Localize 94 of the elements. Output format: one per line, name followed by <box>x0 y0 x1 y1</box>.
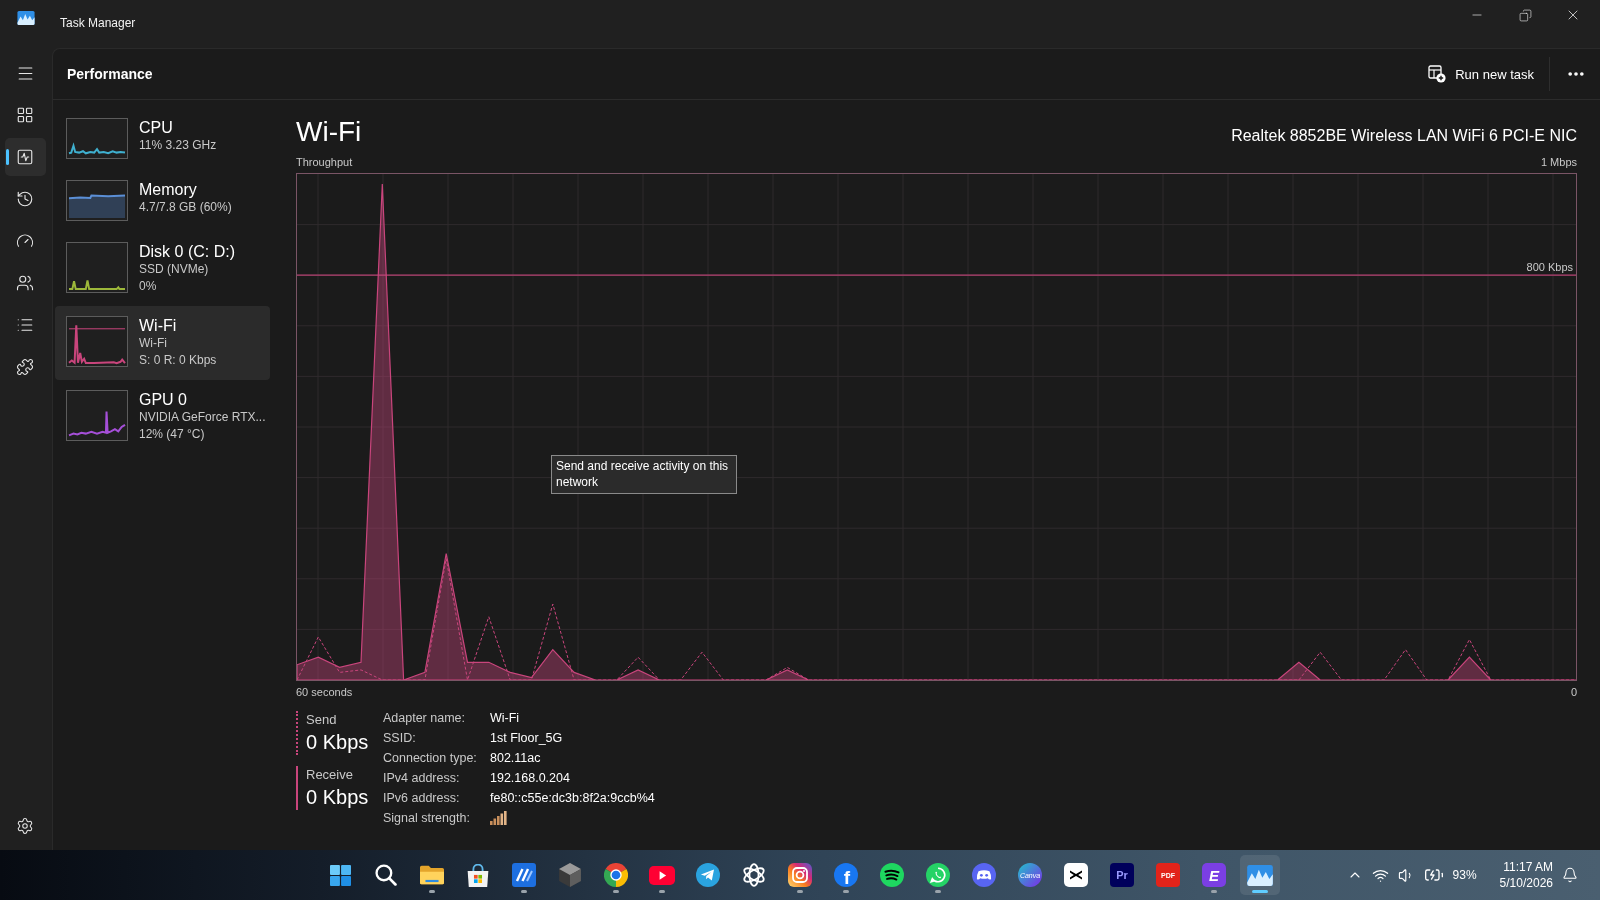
knot-icon <box>742 863 766 887</box>
indicator-dash-icon <box>935 890 941 893</box>
list-icon <box>16 316 34 334</box>
battery-percent: 93% <box>1452 868 1477 882</box>
property-label: Adapter name: <box>383 711 465 725</box>
rate-value: 0 Kbps <box>306 730 369 755</box>
time-label: 60 seconds <box>296 685 353 699</box>
chart-tile-icon <box>17 11 35 25</box>
threshold-line <box>68 328 126 330</box>
resource-item[interactable]: GPU 0 NVIDIA GeForce RTX... 12% (47 °C) <box>55 380 270 454</box>
signal-bars-icon <box>490 811 507 825</box>
folder-icon <box>420 865 444 885</box>
scale-label: 800 Kbps <box>1526 261 1573 274</box>
indicator-dash-icon <box>613 890 619 893</box>
paper-plane-icon <box>696 863 720 887</box>
resource-name: Memory <box>139 180 198 199</box>
grid-icon <box>16 106 34 124</box>
page-title: Performance <box>67 66 153 82</box>
restore-icon[interactable] <box>1518 8 1532 22</box>
indicator-bar-icon <box>5 149 9 165</box>
usage-fill <box>69 195 125 218</box>
history-icon <box>16 190 34 208</box>
resource-item[interactable]: Memory 4.7/7.8 GB (60%) <box>55 170 270 232</box>
gauge-icon <box>16 232 34 250</box>
property-value: Wi-Fi <box>490 711 520 725</box>
resource-detail: 0% <box>139 278 158 295</box>
solid-line-icon <box>296 766 298 810</box>
resource-detail: S: 0 R: 0 Kbps <box>139 352 217 369</box>
bell-icon[interactable] <box>1562 867 1578 883</box>
graph-title: Throughput <box>296 155 353 169</box>
resource-name: Disk 0 (C: D:) <box>139 242 235 261</box>
resource-item[interactable]: Disk 0 (C: D:) SSD (NVMe) 0% <box>55 232 270 306</box>
gamepad-icon <box>972 863 996 887</box>
time-label: 0 <box>1570 685 1577 699</box>
section-title: Wi-Fi <box>296 115 362 149</box>
resource-detail: 11% 3.23 GHz <box>139 137 217 154</box>
settings-icon[interactable] <box>16 817 34 835</box>
puzzle-icon <box>16 358 34 376</box>
property-value: 192.168.0.204 <box>490 771 570 785</box>
indicator-dash-icon <box>843 890 849 893</box>
resource-name: CPU <box>139 118 174 137</box>
segmented-circle-icon <box>604 863 628 887</box>
indicator-dash-icon <box>797 890 803 893</box>
property-label: Signal strength: <box>383 811 470 825</box>
indicator-dash-icon <box>659 890 665 893</box>
property-label: SSID: <box>383 731 416 745</box>
property-value: fe80::c55e:dc3b:8f2a:9ccb%4 <box>490 791 655 805</box>
four-squares-icon <box>329 864 351 886</box>
slash-tile-icon <box>512 863 536 887</box>
resource-detail: SSD (NVMe) <box>139 261 210 278</box>
dotted-line-icon <box>296 711 298 755</box>
taskbar-button[interactable]: E <box>1194 855 1234 895</box>
clock-time[interactable]: 11:17 AM <box>1503 859 1553 875</box>
property-value: 1st Floor_5G <box>490 731 563 745</box>
indicator-dash-icon <box>429 890 435 893</box>
resource-name: Wi-Fi <box>139 316 178 335</box>
phone-bubble-icon <box>926 863 950 887</box>
resource-name: GPU 0 <box>139 390 188 409</box>
window-plus-icon <box>1428 65 1447 83</box>
activity-icon <box>16 148 34 166</box>
nav-tab[interactable] <box>4 138 46 176</box>
play-icon <box>649 865 675 885</box>
taskbar-button[interactable]: f <box>826 855 866 895</box>
bowtie-icon <box>1064 863 1088 887</box>
tooltip: Send and receive activity on this network <box>551 455 737 494</box>
resource-detail: 4.7/7.8 GB (60%) <box>139 199 232 216</box>
shopping-bag-icon <box>467 863 489 887</box>
cube-icon <box>559 863 581 887</box>
clock-date[interactable]: 5/10/2026 <box>1499 875 1553 891</box>
rate-label: Send <box>306 711 338 729</box>
property-label: Connection type: <box>383 751 477 765</box>
resource-detail: NVIDIA GeForce RTX... <box>139 409 266 426</box>
search-icon <box>375 864 397 886</box>
indicator-dash-icon <box>1211 890 1217 893</box>
resource-detail: Wi-Fi <box>139 335 168 352</box>
property-value: 802.11ac <box>490 751 541 765</box>
camera-icon <box>788 863 812 887</box>
rate-value: 0 Kbps <box>306 785 369 810</box>
arcs-circle-icon <box>880 863 904 887</box>
users-icon <box>16 274 34 292</box>
rate-label: Receive <box>306 766 354 784</box>
property-label: IPv6 address: <box>383 791 460 805</box>
resource-item[interactable]: CPU 11% 3.23 GHz <box>55 108 270 170</box>
run-new-task-button[interactable]: Run new task <box>1420 59 1542 89</box>
scale-label: 1 Mbps <box>1540 155 1577 169</box>
resource-item[interactable]: Wi-Fi Wi-Fi S: 0 R: 0 Kbps <box>55 306 270 380</box>
taskbar-button[interactable]: Pr <box>1102 855 1142 895</box>
resource-detail: 12% (47 °C) <box>139 426 206 443</box>
indicator-dash-icon <box>1252 890 1268 893</box>
property-label: IPv4 address: <box>383 771 460 785</box>
adapter-name: Realtek 8852BE Wireless LAN WiFi 6 PCI-E NIC <box>1231 126 1577 146</box>
indicator-dash-icon <box>521 890 527 893</box>
window-title: Task Manager <box>60 16 136 31</box>
chart-tile-icon <box>1247 864 1273 886</box>
